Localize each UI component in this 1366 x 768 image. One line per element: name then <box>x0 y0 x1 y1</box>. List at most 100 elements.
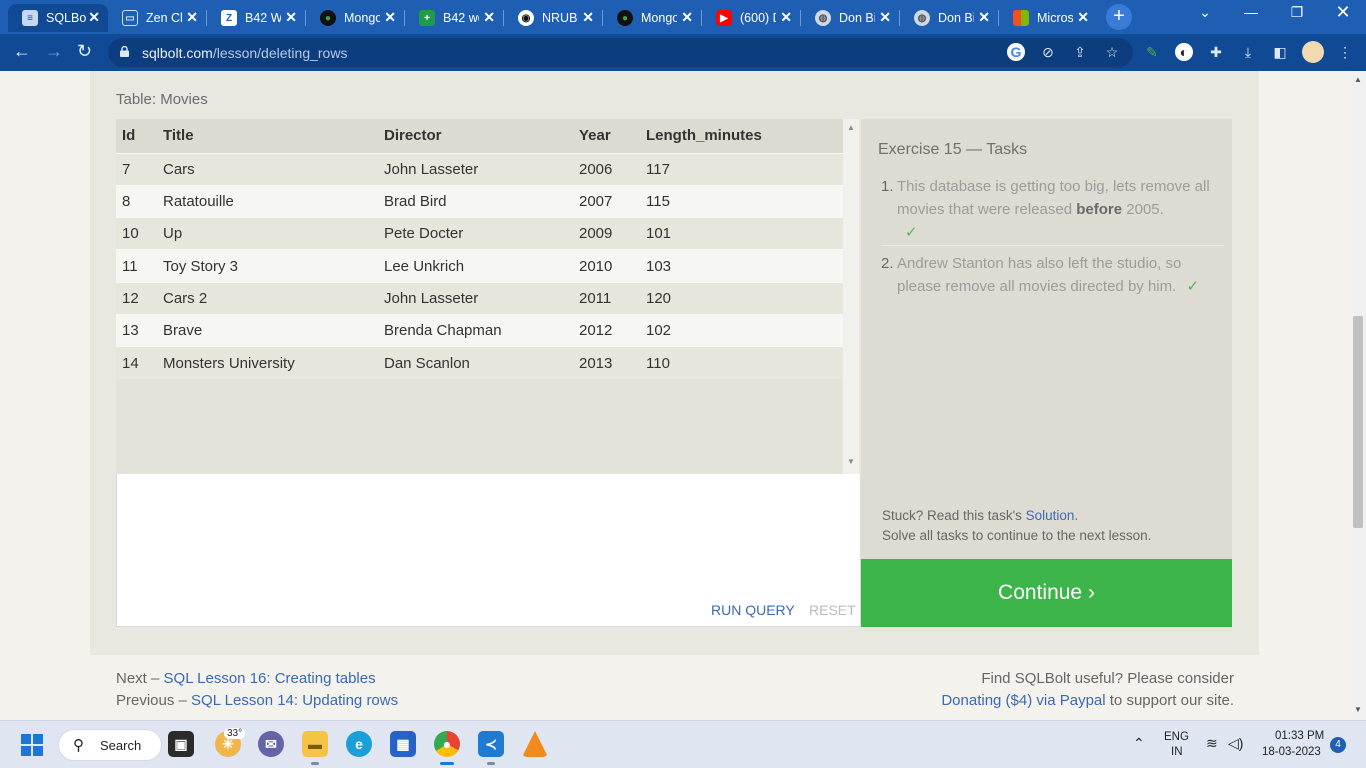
browser-tab[interactable]: ▭ Zen Class ✕ <box>108 4 206 32</box>
table-cell: 2013 <box>573 346 640 380</box>
microsoft-logo-icon <box>1013 10 1029 26</box>
close-tab-icon[interactable]: ✕ <box>582 9 594 26</box>
browser-tab[interactable]: ▶ (600) D ✕ <box>702 4 800 32</box>
tab-label: SQLBolt <box>46 11 86 25</box>
download-icon[interactable]: ⤓ <box>1239 43 1257 61</box>
scroll-down-icon[interactable]: ▼ <box>847 457 855 466</box>
google-lens-icon[interactable]: G <box>1007 43 1025 61</box>
browser-tab[interactable]: ● MongoDB ✕ <box>306 4 404 32</box>
previous-lesson-link[interactable]: SQL Lesson 14: Updating rows <box>191 692 398 709</box>
taskbar-search-box[interactable]: ⚲ Search <box>58 729 162 761</box>
close-tab-icon[interactable]: ✕ <box>186 9 198 26</box>
minimize-button[interactable]: — <box>1228 4 1274 20</box>
close-tab-icon[interactable]: ✕ <box>978 9 990 26</box>
close-tab-icon[interactable]: ✕ <box>483 9 495 26</box>
windows-start-icon[interactable] <box>21 734 43 756</box>
table-scrollbar[interactable]: ▲ ▼ <box>843 119 859 474</box>
forward-arrow-icon[interactable]: → <box>45 41 63 62</box>
table-cell: 2006 <box>573 152 640 186</box>
vlc-icon[interactable] <box>522 731 548 757</box>
scroll-down-icon[interactable]: ▼ <box>1354 705 1362 714</box>
browser-tab[interactable]: Z B42 WD ✕ <box>207 4 305 32</box>
address-bar[interactable]: sqlbolt.com/lesson/deleting_rows <box>108 38 1133 67</box>
restore-button[interactable]: ❐ <box>1274 4 1320 21</box>
close-tab-icon[interactable]: ✕ <box>879 9 891 26</box>
notification-badge[interactable]: 4 <box>1330 737 1346 753</box>
clock-date[interactable]: 18-03-2023 <box>1262 746 1321 758</box>
table-cell: John Lasseter <box>378 281 573 315</box>
extensions-puzzle-icon[interactable]: ✚ <box>1207 43 1225 61</box>
browser-tab[interactable]: ● MongoDB ✕ <box>603 4 701 32</box>
close-tab-icon[interactable]: ✕ <box>1077 9 1089 26</box>
bookmark-star-icon[interactable]: ☆ <box>1103 43 1121 61</box>
run-query-button[interactable]: RUN QUERY <box>711 602 795 618</box>
scrollbar-thumb[interactable] <box>1353 316 1363 528</box>
tasks-panel: Exercise 15 — Tasks 1. This database is … <box>861 119 1232 559</box>
close-window-button[interactable]: ✕ <box>1320 2 1366 23</box>
browser-tab[interactable]: ◉ NRUBY ✕ <box>504 4 602 32</box>
tab-label: Zen Class <box>146 11 182 25</box>
reset-button[interactable]: RESET <box>809 602 856 618</box>
more-menu-icon[interactable]: ⋮ <box>1336 43 1354 61</box>
scroll-up-icon[interactable]: ▲ <box>1354 75 1362 84</box>
page-scrollbar[interactable]: ▲ ▼ <box>1350 71 1366 720</box>
table-header-row: Id Title Director Year Length_minutes <box>116 119 843 153</box>
extension-face-icon[interactable]: ◐ <box>1175 43 1193 61</box>
tab-search-icon[interactable]: ⌄ <box>1182 4 1228 21</box>
solution-link[interactable]: Solution <box>1026 508 1075 523</box>
clock-time[interactable]: 01:33 PM <box>1275 730 1324 742</box>
windows-taskbar: ⚲ Search ▣ ☀ 33° ✉ ▬ e ▦ ● ≺ ⌃ ENG IN ≋ … <box>0 720 1366 768</box>
close-tab-icon[interactable]: ✕ <box>285 9 297 26</box>
edge-browser-icon[interactable]: e <box>346 731 372 757</box>
side-panel-icon[interactable]: ◧ <box>1271 43 1289 61</box>
back-arrow-icon[interactable]: ← <box>13 41 31 62</box>
tab-label: B42 WD <box>245 11 281 25</box>
task-view-icon[interactable]: ▣ <box>168 731 194 757</box>
close-tab-icon[interactable]: ✕ <box>384 9 396 26</box>
search-icon: ⚲ <box>73 737 84 754</box>
close-tab-icon[interactable]: ✕ <box>88 9 100 26</box>
table-caption: Table: Movies <box>116 91 208 108</box>
zen-z-icon: Z <box>221 10 237 26</box>
file-explorer-icon[interactable]: ▬ <box>302 731 328 765</box>
volume-icon[interactable]: ◁) <box>1228 735 1243 752</box>
wifi-icon[interactable]: ≋ <box>1206 735 1218 752</box>
browser-tab[interactable]: ◍ Don Bi ✕ <box>801 4 899 32</box>
extension-pen-icon[interactable]: ✎ <box>1143 43 1161 61</box>
microsoft-store-icon[interactable]: ▦ <box>390 731 416 757</box>
browser-tab[interactable]: ◍ Don Bi ✕ <box>900 4 998 32</box>
table-row: 8 Ratatouille Brad Bird 2007 115 <box>116 184 843 218</box>
close-tab-icon[interactable]: ✕ <box>681 9 693 26</box>
column-header: Title <box>157 119 378 153</box>
new-tab-button[interactable]: + <box>1106 4 1132 30</box>
table-cell: 102 <box>640 313 843 347</box>
query-editor[interactable]: RUN QUERY RESET <box>116 474 861 627</box>
tab-label: (600) D <box>740 11 776 25</box>
chrome-icon[interactable]: ● <box>434 731 460 765</box>
chevron-up-icon[interactable]: ⌃ <box>1133 735 1145 752</box>
language-indicator[interactable]: ENG <box>1164 731 1189 743</box>
column-header: Director <box>378 119 573 153</box>
table-cell: Monsters University <box>157 346 378 380</box>
vscode-icon[interactable]: ≺ <box>478 731 504 765</box>
scroll-up-icon[interactable]: ▲ <box>847 123 855 132</box>
browser-tab[interactable]: + B42 wd ✕ <box>405 4 503 32</box>
tab-label: Microsoft <box>1037 11 1073 25</box>
tab-label: B42 wd <box>443 11 479 25</box>
table-row: 12 Cars 2 John Lasseter 2011 120 <box>116 281 843 315</box>
reload-icon[interactable]: ↻ <box>77 41 92 62</box>
table-cell: Dan Scanlon <box>378 346 573 380</box>
browser-tab[interactable]: Microsoft ✕ <box>999 4 1097 32</box>
continue-button[interactable]: Continue › <box>861 559 1232 627</box>
eye-off-icon[interactable]: ⊘ <box>1039 43 1057 61</box>
teams-chat-icon[interactable]: ✉ <box>258 731 284 757</box>
close-tab-icon[interactable]: ✕ <box>780 9 792 26</box>
task-number: 1. <box>881 178 894 195</box>
share-icon[interactable]: ⇪ <box>1071 43 1089 61</box>
donate-link[interactable]: Donating ($4) via Paypal <box>941 692 1105 709</box>
next-lesson-link[interactable]: SQL Lesson 16: Creating tables <box>164 670 376 687</box>
profile-avatar[interactable] <box>1302 41 1324 63</box>
browser-tab[interactable]: ≡ SQLBolt ✕ <box>8 4 108 32</box>
table-cell: 2010 <box>573 249 640 283</box>
github-icon: ◉ <box>518 10 534 26</box>
